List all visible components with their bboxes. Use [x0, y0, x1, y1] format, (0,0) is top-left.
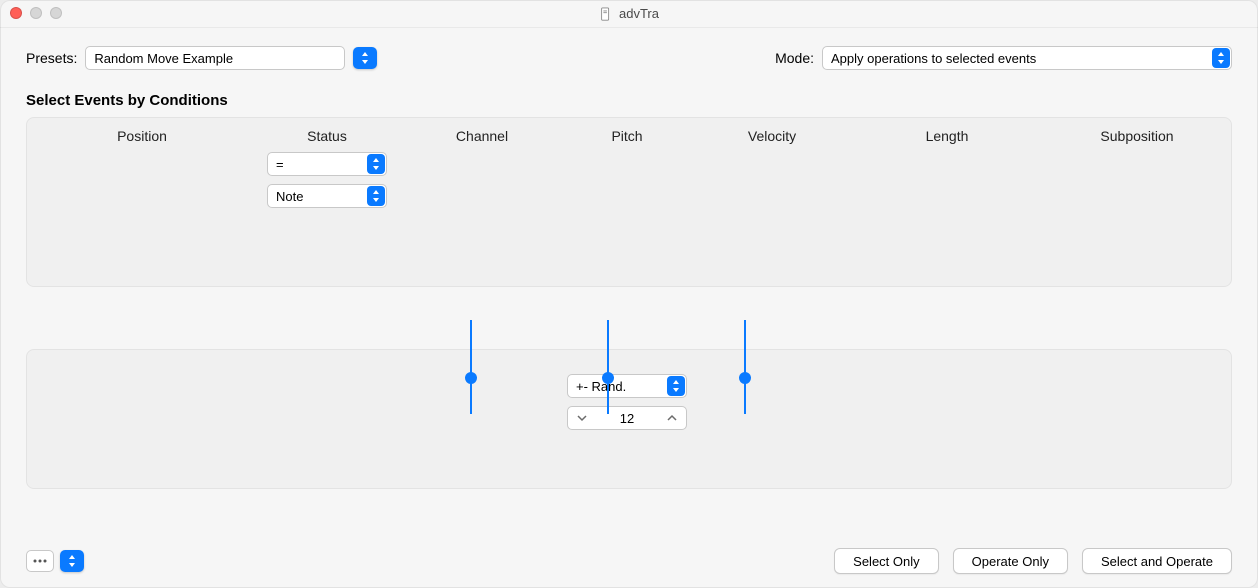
preset-name-input[interactable] [85, 46, 345, 70]
window-controls [10, 7, 62, 19]
window-title: advTra [619, 6, 659, 21]
top-controls: Presets: Mode: Apply operations to selec… [26, 46, 1232, 70]
pitch-operation-select[interactable]: +- Rand. [567, 374, 687, 398]
cond-length-cell [847, 152, 1047, 176]
window-title-group: advTra [599, 6, 659, 21]
header-velocity: Velocity [697, 128, 847, 144]
cond-position-cell-2 [37, 184, 247, 208]
operations-panel: +- Rand. 12 [26, 349, 1232, 489]
mode-label: Mode: [775, 50, 814, 66]
window: advTra Presets: Mode: Apply operations t… [0, 0, 1258, 588]
chevron-up-icon[interactable] [664, 407, 680, 429]
column-divider-velocity[interactable] [739, 320, 741, 414]
divider-line [607, 320, 609, 414]
pitch-value-stepper[interactable]: 12 [567, 406, 687, 430]
cond-velocity-cell [697, 152, 847, 176]
mode-select-value: Apply operations to selected events [831, 51, 1036, 66]
mode-select[interactable]: Apply operations to selected events [822, 46, 1232, 70]
divider-thumb[interactable] [465, 372, 477, 384]
status-comparator-select[interactable]: = [267, 152, 387, 176]
status-comparator-value: = [276, 157, 284, 172]
titlebar: advTra [0, 0, 1258, 28]
operate-only-button[interactable]: Operate Only [953, 548, 1068, 574]
conditions-rows: = Note [37, 152, 1221, 208]
select-only-label: Select Only [853, 554, 919, 569]
dropdown-toggle-icon [367, 154, 385, 174]
header-channel: Channel [407, 128, 557, 144]
header-length: Length [847, 128, 1047, 144]
status-value-text: Note [276, 189, 303, 204]
presets-group: Presets: [26, 46, 377, 70]
operations-rows: +- Rand. 12 [37, 374, 1221, 430]
mode-group: Mode: Apply operations to selected event… [775, 46, 1232, 70]
header-position: Position [37, 128, 247, 144]
doc-icon [599, 7, 613, 21]
cond-position-cell [37, 152, 247, 176]
conditions-panel: Position Status Channel Pitch Velocity L… [26, 117, 1232, 287]
conditions-headers: Position Status Channel Pitch Velocity L… [37, 128, 1221, 144]
conditions-section-title: Select Events by Conditions [26, 92, 1232, 109]
close-window-button[interactable] [10, 7, 22, 19]
select-only-button[interactable]: Select Only [834, 548, 938, 574]
cond-subposition-cell [1047, 152, 1227, 176]
header-pitch: Pitch [557, 128, 697, 144]
dropdown-toggle-icon [1212, 48, 1230, 68]
bottom-left-controls [26, 550, 84, 572]
minimize-window-button[interactable] [30, 7, 42, 19]
options-button[interactable] [26, 550, 54, 572]
dropdown-toggle-icon [667, 376, 685, 396]
select-and-operate-label: Select and Operate [1101, 554, 1213, 569]
divider-line [744, 320, 746, 414]
divider-thumb[interactable] [739, 372, 751, 384]
column-divider-channel[interactable] [465, 320, 467, 414]
divider-thumb[interactable] [602, 372, 614, 384]
presets-label: Presets: [26, 50, 77, 66]
preset-menu-button[interactable] [353, 47, 377, 69]
cond-channel-cell [407, 152, 557, 176]
status-value-select[interactable]: Note [267, 184, 387, 208]
column-divider-pitch[interactable] [602, 320, 604, 414]
zoom-window-button[interactable] [50, 7, 62, 19]
cond-pitch-cell [557, 152, 697, 176]
bottom-right-buttons: Select Only Operate Only Select and Oper… [834, 548, 1232, 574]
header-status: Status [247, 128, 407, 144]
bottom-row: Select Only Operate Only Select and Oper… [26, 548, 1232, 574]
divider-line [470, 320, 472, 414]
options-menu-button[interactable] [60, 550, 84, 572]
chevron-down-icon[interactable] [574, 407, 590, 429]
select-and-operate-button[interactable]: Select and Operate [1082, 548, 1232, 574]
mid-gap [26, 287, 1232, 349]
header-subposition: Subposition [1047, 128, 1227, 144]
operate-only-label: Operate Only [972, 554, 1049, 569]
content-area: Presets: Mode: Apply operations to selec… [0, 28, 1258, 588]
dropdown-toggle-icon [367, 186, 385, 206]
